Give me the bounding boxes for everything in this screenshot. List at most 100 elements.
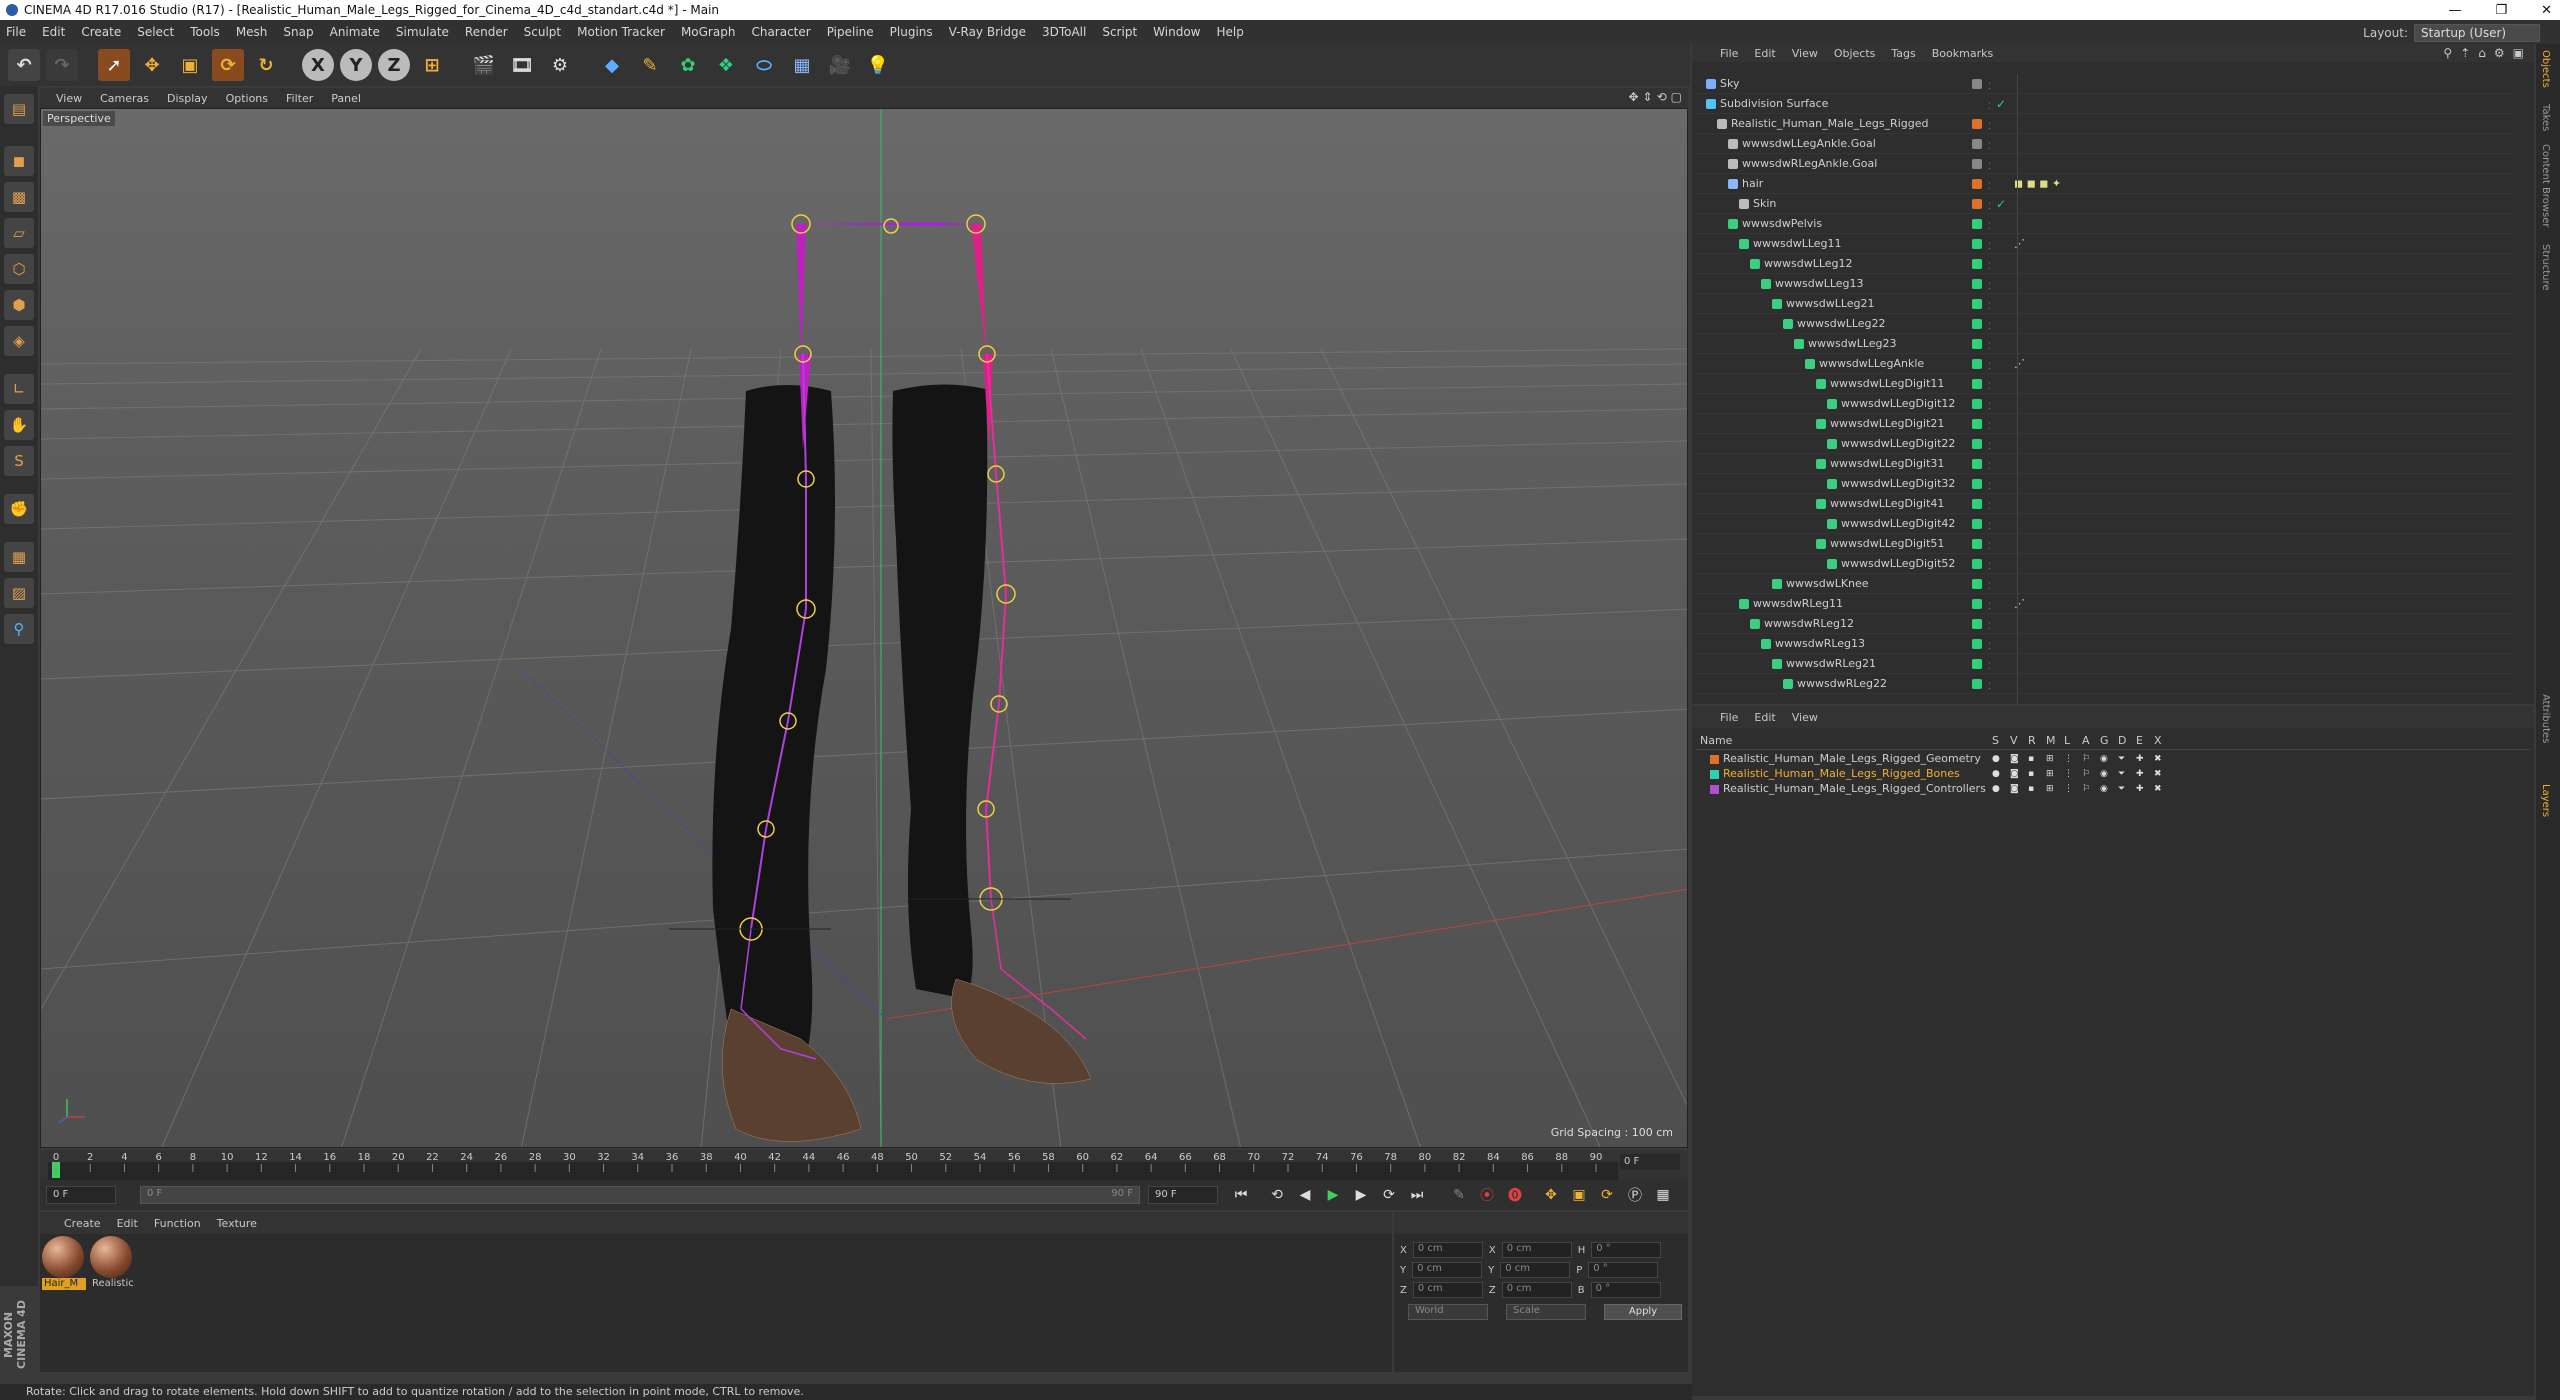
motion-path-icon[interactable]: ✎	[1448, 1184, 1470, 1206]
object-tree-row[interactable]: wwwsdwLLegDigit31 ⁚	[1696, 454, 2516, 474]
object-menu-view[interactable]: View	[1792, 47, 1818, 60]
pan-icon[interactable]: ✥	[1628, 90, 1638, 104]
workplane-grid-icon[interactable]: ▦	[4, 542, 34, 572]
layer-color-tag[interactable]	[1972, 399, 1982, 409]
object-tree-row[interactable]: wwwsdwLLegDigit22 ⁚	[1696, 434, 2516, 454]
layer-toggle-icon[interactable]: ⏷	[2118, 752, 2125, 766]
layer-color-swatch[interactable]	[1710, 784, 1719, 794]
viewport-menu-filter[interactable]: Filter	[286, 92, 313, 105]
visibility-dots-icon[interactable]: ⁚	[1988, 677, 1991, 697]
layer-toggle-icon[interactable]: ✚	[2136, 752, 2144, 766]
layer-color-tag[interactable]	[1972, 539, 1982, 549]
recent-tool-icon[interactable]: ↻	[250, 49, 282, 81]
layer-color-tag[interactable]	[1972, 159, 1982, 169]
viewport-menu-display[interactable]: Display	[167, 92, 208, 105]
menu-pipeline[interactable]: Pipeline	[827, 25, 874, 39]
scale-icon[interactable]: ▣	[174, 49, 206, 81]
start-frame-field[interactable]: 0 F	[46, 1186, 116, 1204]
layer-toggle-icon[interactable]: ◉	[2100, 782, 2108, 796]
object-tags[interactable]: ⋰	[2014, 594, 2025, 614]
rotate-icon[interactable]: ⟳	[212, 49, 244, 81]
light-icon[interactable]: 💡	[862, 49, 894, 81]
x-axis-icon[interactable]: X	[302, 49, 334, 81]
size-mode-dropdown[interactable]: Scale	[1506, 1304, 1586, 1320]
key-scale-icon[interactable]: ▣	[1568, 1184, 1590, 1206]
home-icon[interactable]: ⌂	[2478, 46, 2486, 60]
menu-render[interactable]: Render	[465, 25, 508, 39]
perspective-viewport[interactable]: Perspective Grid Spacing : 100 cm	[40, 108, 1688, 1148]
rotation-field[interactable]: 0 °	[1591, 1242, 1662, 1258]
render-picture-viewer-icon[interactable]: 🎞	[506, 49, 538, 81]
layer-color-tag[interactable]	[1972, 499, 1982, 509]
record-icon[interactable]: ⦿	[1476, 1184, 1498, 1206]
object-menu-edit[interactable]: Edit	[1754, 47, 1775, 60]
menu-mesh[interactable]: Mesh	[236, 25, 268, 39]
goto-start-icon[interactable]: ⏮	[1230, 1184, 1252, 1206]
layer-color-swatch[interactable]	[1710, 769, 1719, 779]
layer-color-tag[interactable]	[1972, 599, 1982, 609]
menu-script[interactable]: Script	[1102, 25, 1137, 39]
subdivision-icon[interactable]: ✿	[672, 49, 704, 81]
make-editable-icon[interactable]: ▤	[4, 94, 34, 124]
layer-toggle-icon[interactable]: ✖	[2154, 767, 2162, 781]
object-menu-bookmarks[interactable]: Bookmarks	[1932, 47, 1993, 60]
layer-color-tag[interactable]	[1972, 579, 1982, 589]
layer-toggle-icon[interactable]: ●	[1992, 782, 2000, 796]
right-tab-attributes[interactable]: Attributes	[2540, 694, 2551, 743]
workplane-icon[interactable]: ▱	[4, 218, 34, 248]
object-tree-row[interactable]: wwwsdwLLeg22 ⁚	[1696, 314, 2516, 334]
layer-color-tag[interactable]	[1972, 519, 1982, 529]
menu-character[interactable]: Character	[751, 25, 810, 39]
layer-toggle-icon[interactable]: ●	[1992, 752, 2000, 766]
position-field[interactable]: 0 cm	[1412, 1242, 1483, 1258]
layer-column-header[interactable]: V	[2010, 734, 2018, 747]
object-tree-row[interactable]: wwwsdwPelvis ⁚	[1696, 214, 2516, 234]
prev-frame-icon[interactable]: ◀	[1294, 1184, 1316, 1206]
left-leg-mesh[interactable]	[712, 385, 835, 1069]
menu-animate[interactable]: Animate	[330, 25, 380, 39]
position-field[interactable]: 0 cm	[1412, 1262, 1483, 1278]
undo-icon[interactable]: ↶	[8, 49, 40, 81]
layer-color-tag[interactable]	[1972, 419, 1982, 429]
layer-menu-view[interactable]: View	[1792, 711, 1818, 724]
material-swatch[interactable]: Hair_M	[42, 1236, 86, 1294]
sculpt-icon[interactable]: ✊	[4, 494, 34, 524]
layer-color-tag[interactable]	[1972, 179, 1982, 189]
key-param-icon[interactable]: Ⓟ	[1624, 1184, 1646, 1206]
key-rotation-icon[interactable]: ⟳	[1596, 1184, 1618, 1206]
layer-color-tag[interactable]	[1972, 339, 1982, 349]
layer-toggle-icon[interactable]: ⏷	[2118, 767, 2125, 781]
layer-color-tag[interactable]	[1972, 459, 1982, 469]
right-foot-mesh[interactable]	[951, 978, 1092, 1084]
menu-sculpt[interactable]: Sculpt	[524, 25, 561, 39]
object-tree-row[interactable]: wwwsdwLLegDigit42 ⁚	[1696, 514, 2516, 534]
menu-mograph[interactable]: MoGraph	[681, 25, 736, 39]
right-tab-objects[interactable]: Objects	[2540, 50, 2551, 88]
menu-create[interactable]: Create	[81, 25, 121, 39]
key-position-icon[interactable]: ✥	[1540, 1184, 1562, 1206]
viewport-menu-panel[interactable]: Panel	[331, 92, 361, 105]
floor-icon[interactable]: ▦	[786, 49, 818, 81]
cube-icon[interactable]: ◆	[596, 49, 628, 81]
object-tree-row[interactable]: wwwsdwRLeg21 ⁚	[1696, 654, 2516, 674]
layer-toggle-icon[interactable]: ◙	[2010, 752, 2019, 766]
object-tree-row[interactable]: wwwsdwLLeg13 ⁚	[1696, 274, 2516, 294]
object-tree-row[interactable]: wwwsdwLLegDigit21 ⁚	[1696, 414, 2516, 434]
layer-color-tag[interactable]	[1972, 119, 1982, 129]
layer-toggle-icon[interactable]: ⋮	[2064, 767, 2073, 781]
timeline-ruler[interactable]: 0 2 4 6 8 10 12 14 16 18 20 22 24 26 28 30 32 34 36 38 40 42 4…	[40, 1150, 1688, 1180]
object-tree-row[interactable]: wwwsdwLLegDigit32 ⁚	[1696, 474, 2516, 494]
layer-color-tag[interactable]	[1972, 619, 1982, 629]
layer-toggle-icon[interactable]: ▪	[2028, 767, 2034, 781]
tweak-mode-icon[interactable]: ✋	[4, 410, 34, 440]
z-axis-icon[interactable]: Z	[378, 49, 410, 81]
layer-toggle-icon[interactable]: ✚	[2136, 782, 2144, 796]
move-icon[interactable]: ✥	[136, 49, 168, 81]
prev-key-icon[interactable]: ⟲	[1266, 1184, 1288, 1206]
layer-column-header[interactable]: G	[2100, 734, 2109, 747]
right-tab-content-browser[interactable]: Content Browser	[2540, 144, 2551, 227]
menu-snap[interactable]: Snap	[283, 25, 313, 39]
material-menu-function[interactable]: Function	[154, 1217, 201, 1230]
layer-toggle-icon[interactable]: ◉	[2100, 752, 2108, 766]
layer-toggle-icon[interactable]: ⏷	[2118, 782, 2125, 796]
